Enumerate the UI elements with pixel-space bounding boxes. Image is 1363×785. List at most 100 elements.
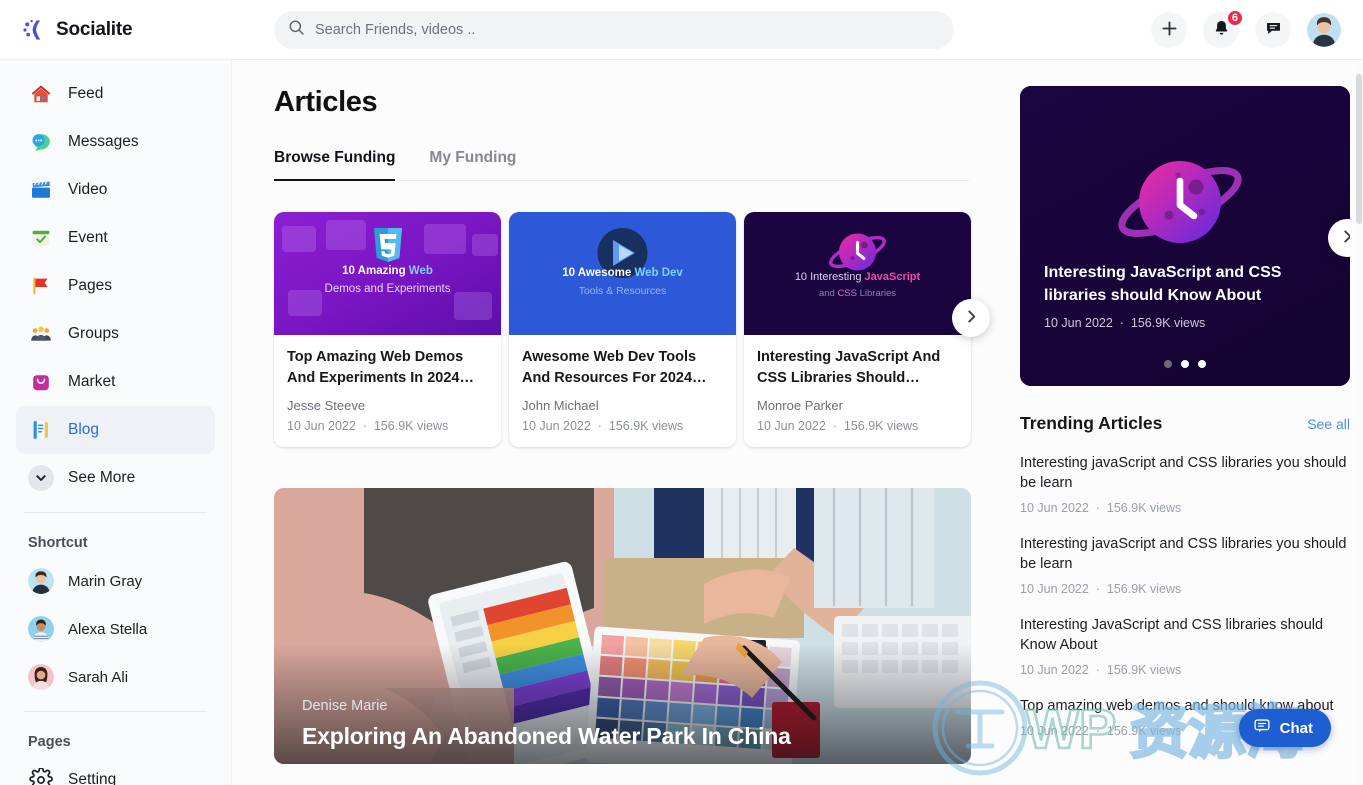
right-rail: Interesting JavaScript and CSS libraries… [997, 60, 1363, 785]
article-card-body: Interesting JavaScript And CSS Libraries… [744, 335, 971, 447]
featured-carousel-card[interactable]: Interesting JavaScript and CSS libraries… [1020, 86, 1350, 386]
trending-header: Trending Articles See all [1020, 413, 1350, 434]
trending-item-date: 10 Jun 2022 [1020, 663, 1089, 677]
sidebar-item-feed[interactable]: Feed [16, 70, 215, 118]
avatar [28, 568, 54, 594]
sidebar-item-pages[interactable]: Pages [16, 262, 215, 310]
sidebar-item-blog[interactable]: Blog [16, 406, 215, 454]
article-meta: 10 Jun 2022 · 156.9K views [287, 419, 449, 434]
pages-heading: Pages [28, 734, 71, 750]
avatar[interactable] [1307, 12, 1341, 47]
chevron-right-icon [1340, 229, 1350, 247]
article-title: Interesting JavaScript And CSS Libraries… [757, 349, 941, 386]
svg-text:Tools & Resources: Tools & Resources [579, 285, 667, 297]
avatar [28, 664, 54, 690]
article-meta: 10 Jun 2022 · 156.9K views [757, 419, 919, 434]
shortcut-sarah-ali[interactable]: Sarah Ali [16, 653, 215, 701]
tab-my-funding[interactable]: My Funding [429, 149, 516, 181]
svg-text:Demos and Experiments: Demos and Experiments [325, 283, 451, 295]
trending-item-title: Interesting javaScript and CSS libraries… [1020, 455, 1347, 491]
hero-text: Denise Marie Exploring An Abandoned Wate… [302, 698, 791, 750]
chat-bubble-icon [1253, 717, 1271, 739]
sidebar-item-label: Market [68, 373, 116, 390]
carousel-dots [1020, 360, 1350, 368]
sidebar-item-label: Blog [68, 421, 100, 438]
carousel-dot[interactable] [1181, 360, 1189, 368]
notebook-icon [28, 417, 54, 443]
sidebar-item-see-more[interactable]: See More [16, 454, 215, 502]
shortcut-alexa-stella[interactable]: Alexa Stella [16, 605, 215, 653]
search-box[interactable] [274, 10, 954, 49]
trending-item-date: 10 Jun 2022 [1020, 501, 1089, 515]
sidebar-item-event[interactable]: Event [16, 214, 215, 262]
top-header: Socialite Search Friends, videos .. 6 [0, 0, 1363, 60]
article-card-body: Awesome Web Dev Tools And Resources For … [509, 335, 736, 447]
article-date: 10 Jun 2022 [287, 419, 356, 434]
messages-button[interactable] [1255, 11, 1291, 48]
article-thumbnail: 10 Amazing Web Demos and Experiments [274, 212, 501, 335]
list-item[interactable]: Interesting javaScript and CSS libraries… [1020, 534, 1350, 596]
article-views: 156.9K views [608, 419, 684, 434]
search-input[interactable] [315, 21, 940, 38]
body: Feed Messages Video Event Pages Groups M… [0, 60, 1363, 785]
trending-item-views: 156.9K views [1106, 663, 1182, 677]
trending-item-views: 156.9K views [1106, 582, 1182, 596]
list-item[interactable]: Interesting javaScript and CSS libraries… [1020, 453, 1350, 515]
header-actions: 6 [1151, 8, 1363, 48]
avatar [28, 616, 54, 642]
main-content: Articles Browse Funding My Funding 10 Am… [232, 60, 997, 785]
article-card[interactable]: 10 Awesome Web Dev Tools & Resources Awe… [509, 212, 736, 448]
hero-author: Denise Marie [302, 698, 388, 715]
sidebar-item-setting[interactable]: Setting [16, 756, 215, 785]
featured-title: Interesting JavaScript and CSS libraries… [1044, 264, 1282, 304]
article-author: Jesse Steeve [287, 398, 366, 414]
featured-date: 10 Jun 2022 [1044, 316, 1113, 330]
scrollbar-thumb[interactable] [1356, 74, 1362, 224]
featured-info: Interesting JavaScript and CSS libraries… [1044, 262, 1330, 330]
carousel-dot[interactable] [1198, 360, 1206, 368]
trending-item-views: 156.9K views [1106, 501, 1182, 515]
sidebar-divider [24, 512, 207, 513]
sidebar-item-messages[interactable]: Messages [16, 118, 215, 166]
page-title: Articles [274, 86, 378, 118]
trending-title: Trending Articles [1020, 413, 1163, 433]
shortcut-marin-gray[interactable]: Marin Gray [16, 557, 215, 605]
add-button[interactable] [1151, 11, 1187, 48]
search-container [274, 10, 954, 49]
chat-button[interactable]: Chat [1238, 709, 1331, 747]
sidebar-item-label: See More [68, 469, 136, 486]
trending-articles: Trending Articles See all Interesting ja… [1020, 413, 1350, 738]
article-meta: 10 Jun 2022 · 156.9K views [522, 419, 684, 434]
carousel-next-button[interactable] [952, 299, 990, 337]
tabs: Browse Funding My Funding [274, 149, 969, 181]
article-title: Awesome Web Dev Tools And Resources For … [522, 349, 697, 386]
article-card[interactable]: 10 Amazing Web Demos and Experiments Top… [274, 212, 501, 448]
sidebar-item-label: Event [68, 229, 108, 246]
article-card[interactable]: 10 Interesting JavaScript and CSS Librar… [744, 212, 971, 448]
calendar-check-icon [28, 225, 54, 251]
chevron-right-icon [964, 309, 979, 327]
see-all-link[interactable]: See all [1307, 416, 1350, 432]
sidebar-item-label: Pages [68, 277, 112, 294]
carousel-dot[interactable] [1164, 360, 1172, 368]
brand[interactable]: Socialite [0, 17, 232, 43]
sidebar-item-video[interactable]: Video [16, 166, 215, 214]
featured-views: 156.9K views [1130, 316, 1206, 330]
sidebar-item-label: Groups [68, 325, 119, 342]
article-author: John Michael [522, 398, 599, 414]
notifications-button[interactable]: 6 [1203, 8, 1244, 48]
socialite-logo-icon [20, 17, 46, 43]
shortcut-label: Alexa Stella [68, 620, 148, 638]
notification-badge: 6 [1225, 8, 1244, 27]
chat-bubble-icon [28, 129, 54, 155]
tab-browse-funding[interactable]: Browse Funding [274, 149, 396, 181]
sidebar-item-groups[interactable]: Groups [16, 310, 215, 358]
app-root: Socialite Search Friends, videos .. 6 Fe… [0, 0, 1363, 785]
sidebar-item-market[interactable]: Market [16, 358, 215, 406]
chevron-down-icon [28, 465, 54, 491]
list-item[interactable]: Interesting JavaScript and CSS libraries… [1020, 615, 1350, 677]
clapperboard-icon [28, 177, 54, 203]
svg-text:and CSS Libraries: and CSS Libraries [819, 288, 896, 299]
featured-article-hero[interactable]: Denise Marie Exploring An Abandoned Wate… [274, 488, 971, 765]
carousel-cards: 10 Amazing Web Demos and Experiments Top… [274, 212, 974, 448]
